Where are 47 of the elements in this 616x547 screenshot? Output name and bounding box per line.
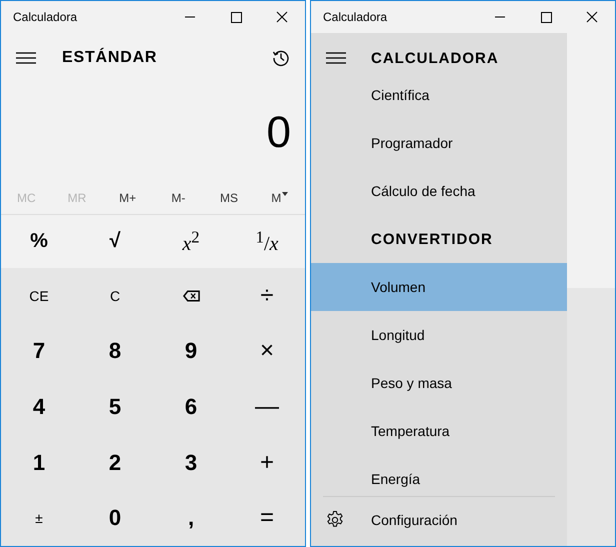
function-key[interactable]: x$^{2}$ (153, 215, 229, 268)
keypad-key[interactable]: CE (1, 268, 77, 324)
keypad-key[interactable]: × (229, 324, 305, 380)
keypad-key[interactable]: ÷ (229, 268, 305, 324)
window-title: Calculadora (323, 10, 388, 24)
keypad-key[interactable]: 0 (77, 490, 153, 546)
nav-item[interactable]: Energía (311, 455, 567, 503)
keypad-key[interactable]: 6 (153, 379, 229, 435)
keypad-key[interactable]: = (229, 490, 305, 546)
nav-item[interactable]: Volumen (311, 263, 567, 311)
display-value: 0 (266, 108, 291, 158)
nav-item[interactable]: Temperatura (311, 407, 567, 455)
keypad-key[interactable]: 3 (153, 434, 229, 490)
nav-item[interactable]: Peso y masa (311, 359, 567, 407)
function-key[interactable]: √ (77, 215, 153, 268)
keypad-key[interactable]: 7 (1, 324, 77, 380)
keypad-key[interactable]: C (77, 268, 153, 324)
memory-button[interactable]: M+ (102, 183, 154, 213)
keypad-key[interactable]: 1 (1, 434, 77, 490)
keypad-key[interactable]: , (153, 490, 229, 546)
memory-button[interactable]: M- (153, 183, 204, 213)
keypad-key[interactable]: 8 (77, 324, 153, 380)
menu-icon[interactable] (325, 52, 347, 64)
keypad-key[interactable]: 4 (1, 379, 77, 435)
memory-button[interactable]: M (254, 183, 306, 213)
history-icon[interactable] (271, 48, 291, 68)
settings-item[interactable]: Configuración (371, 512, 458, 528)
mode-title: ESTÁNDAR (62, 49, 158, 67)
caret-icon (282, 192, 288, 196)
nav-item[interactable]: Longitud (311, 311, 567, 359)
menu-icon[interactable] (15, 52, 37, 64)
section-heading: CALCULADORA (371, 50, 499, 66)
section-heading: CONVERTIDOR (371, 230, 493, 248)
window-title: Calculadora (13, 10, 78, 24)
nav-item[interactable]: Programador (311, 119, 567, 167)
keypad-key[interactable]: 2 (77, 434, 153, 490)
nav-item[interactable]: Cálculo de fecha (311, 167, 567, 215)
function-key[interactable]: $^{1}$/x (229, 215, 305, 268)
keypad-key[interactable]: — (229, 379, 305, 435)
keypad-key[interactable]: + (229, 434, 305, 490)
function-key[interactable]: % (1, 215, 77, 268)
backspace-icon (182, 290, 200, 302)
nav-item[interactable]: Científica (311, 71, 567, 119)
keypad-key[interactable]: 9 (153, 324, 229, 380)
keypad-key[interactable]: ± (1, 490, 77, 546)
keypad-key[interactable]: 5 (77, 379, 153, 435)
memory-button[interactable]: MS (204, 183, 254, 213)
